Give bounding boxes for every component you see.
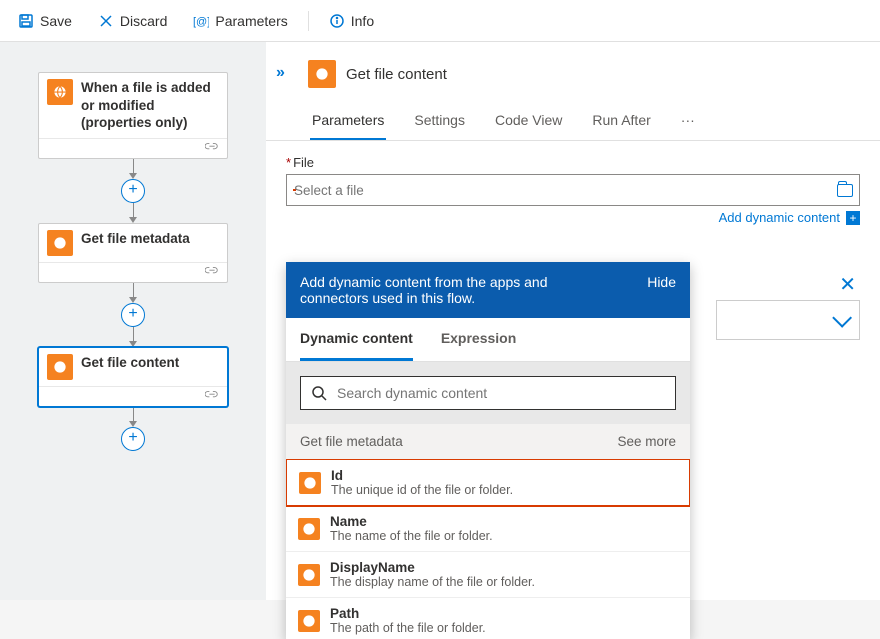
tab-parameters[interactable]: Parameters <box>310 106 386 140</box>
tab-runafter[interactable]: Run After <box>590 106 652 140</box>
dc-see-more-link[interactable]: See more <box>617 434 676 449</box>
sharepoint-icon <box>298 518 320 540</box>
tab-settings[interactable]: Settings <box>412 106 467 140</box>
save-label: Save <box>40 13 72 29</box>
svg-text:[@]: [@] <box>193 16 209 28</box>
save-icon <box>18 13 34 29</box>
file-field-label: *File <box>286 155 860 170</box>
dc-item-desc: The display name of the file or folder. <box>330 575 535 589</box>
flow-step-title: When a file is added or modified (proper… <box>81 79 219 132</box>
panel-title: Get file content <box>346 66 447 83</box>
add-step-button[interactable]: + <box>121 427 145 451</box>
parameters-icon: [@] <box>193 13 209 29</box>
dc-item-desc: The name of the file or folder. <box>330 529 493 543</box>
sharepoint-icon <box>47 354 73 380</box>
details-panel: » Get file content Parameters Settings C… <box>266 42 880 600</box>
dc-item-desc: The unique id of the file or folder. <box>331 483 513 497</box>
sharepoint-icon <box>47 79 73 105</box>
sharepoint-icon <box>298 564 320 586</box>
flow-step-title: Get file metadata <box>81 230 190 248</box>
add-step-button[interactable]: + <box>121 179 145 203</box>
link-icon <box>205 139 219 157</box>
info-label: Info <box>351 13 374 29</box>
dc-group-title: Get file metadata <box>300 434 403 449</box>
parameters-label: Parameters <box>215 13 287 29</box>
dc-banner-text: Add dynamic content from the apps and co… <box>300 274 600 306</box>
flow-step-trigger[interactable]: When a file is added or modified (proper… <box>38 72 228 159</box>
info-icon <box>329 13 345 29</box>
dc-search-wrapper <box>300 376 676 410</box>
connector-arrow <box>129 159 137 179</box>
flow-step-metadata[interactable]: Get file metadata <box>38 223 228 283</box>
chevron-down-icon <box>832 308 852 328</box>
dc-item-name[interactable]: NameThe name of the file or folder. <box>286 506 690 552</box>
tab-codeview[interactable]: Code View <box>493 106 564 140</box>
search-icon <box>311 385 327 401</box>
flow-step-content[interactable]: Get file content <box>38 347 228 407</box>
connector-arrow <box>129 283 137 303</box>
dc-item-title: DisplayName <box>330 560 535 575</box>
dc-item-title: Name <box>330 514 493 529</box>
discard-icon <box>98 13 114 29</box>
dc-search-input[interactable] <box>337 385 665 401</box>
parameters-button[interactable]: [@] Parameters <box>183 9 297 33</box>
dc-hide-link[interactable]: Hide <box>647 274 676 290</box>
dc-item-title: Id <box>331 468 513 483</box>
save-button[interactable]: Save <box>8 9 82 33</box>
dc-item-path[interactable]: PathThe path of the file or folder. <box>286 598 690 639</box>
file-input[interactable] <box>294 183 831 198</box>
discard-label: Discard <box>120 13 167 29</box>
close-icon[interactable]: ✕ <box>839 272 856 297</box>
file-input-wrapper <box>286 174 860 206</box>
connector-arrow <box>129 407 137 427</box>
dc-items-list[interactable]: IdThe unique id of the file or folder. N… <box>286 459 690 639</box>
plus-icon[interactable]: + <box>846 211 860 225</box>
info-button[interactable]: Info <box>319 9 384 33</box>
panel-tabs: Parameters Settings Code View Run After … <box>266 100 880 141</box>
add-step-button[interactable]: + <box>121 303 145 327</box>
tab-overflow[interactable]: ··· <box>679 106 697 140</box>
collapsed-section[interactable] <box>716 300 860 340</box>
folder-icon[interactable] <box>837 184 853 197</box>
toolbar-separator <box>308 11 309 31</box>
flow-canvas[interactable]: When a file is added or modified (proper… <box>0 42 266 600</box>
dynamic-content-panel: Add dynamic content from the apps and co… <box>286 262 690 639</box>
dc-item-displayname[interactable]: DisplayNameThe display name of the file … <box>286 552 690 598</box>
connector-arrow <box>129 327 137 347</box>
dc-item-desc: The path of the file or folder. <box>330 621 486 635</box>
flow-step-title: Get file content <box>81 354 179 372</box>
connector-arrow <box>129 203 137 223</box>
dc-tab-expression[interactable]: Expression <box>441 318 516 361</box>
sharepoint-icon <box>308 60 336 88</box>
sharepoint-icon <box>47 230 73 256</box>
dc-item-id[interactable]: IdThe unique id of the file or folder. <box>286 459 690 507</box>
collapse-icon[interactable]: » <box>276 64 282 82</box>
discard-button[interactable]: Discard <box>88 9 177 33</box>
sharepoint-icon <box>298 610 320 632</box>
dc-tab-dynamic[interactable]: Dynamic content <box>300 318 413 361</box>
sharepoint-icon <box>299 472 321 494</box>
link-icon <box>205 387 219 405</box>
toolbar: Save Discard [@] Parameters Info <box>0 0 880 42</box>
link-icon <box>205 263 219 281</box>
dc-item-title: Path <box>330 606 486 621</box>
add-dynamic-content-link[interactable]: Add dynamic content <box>719 210 840 225</box>
